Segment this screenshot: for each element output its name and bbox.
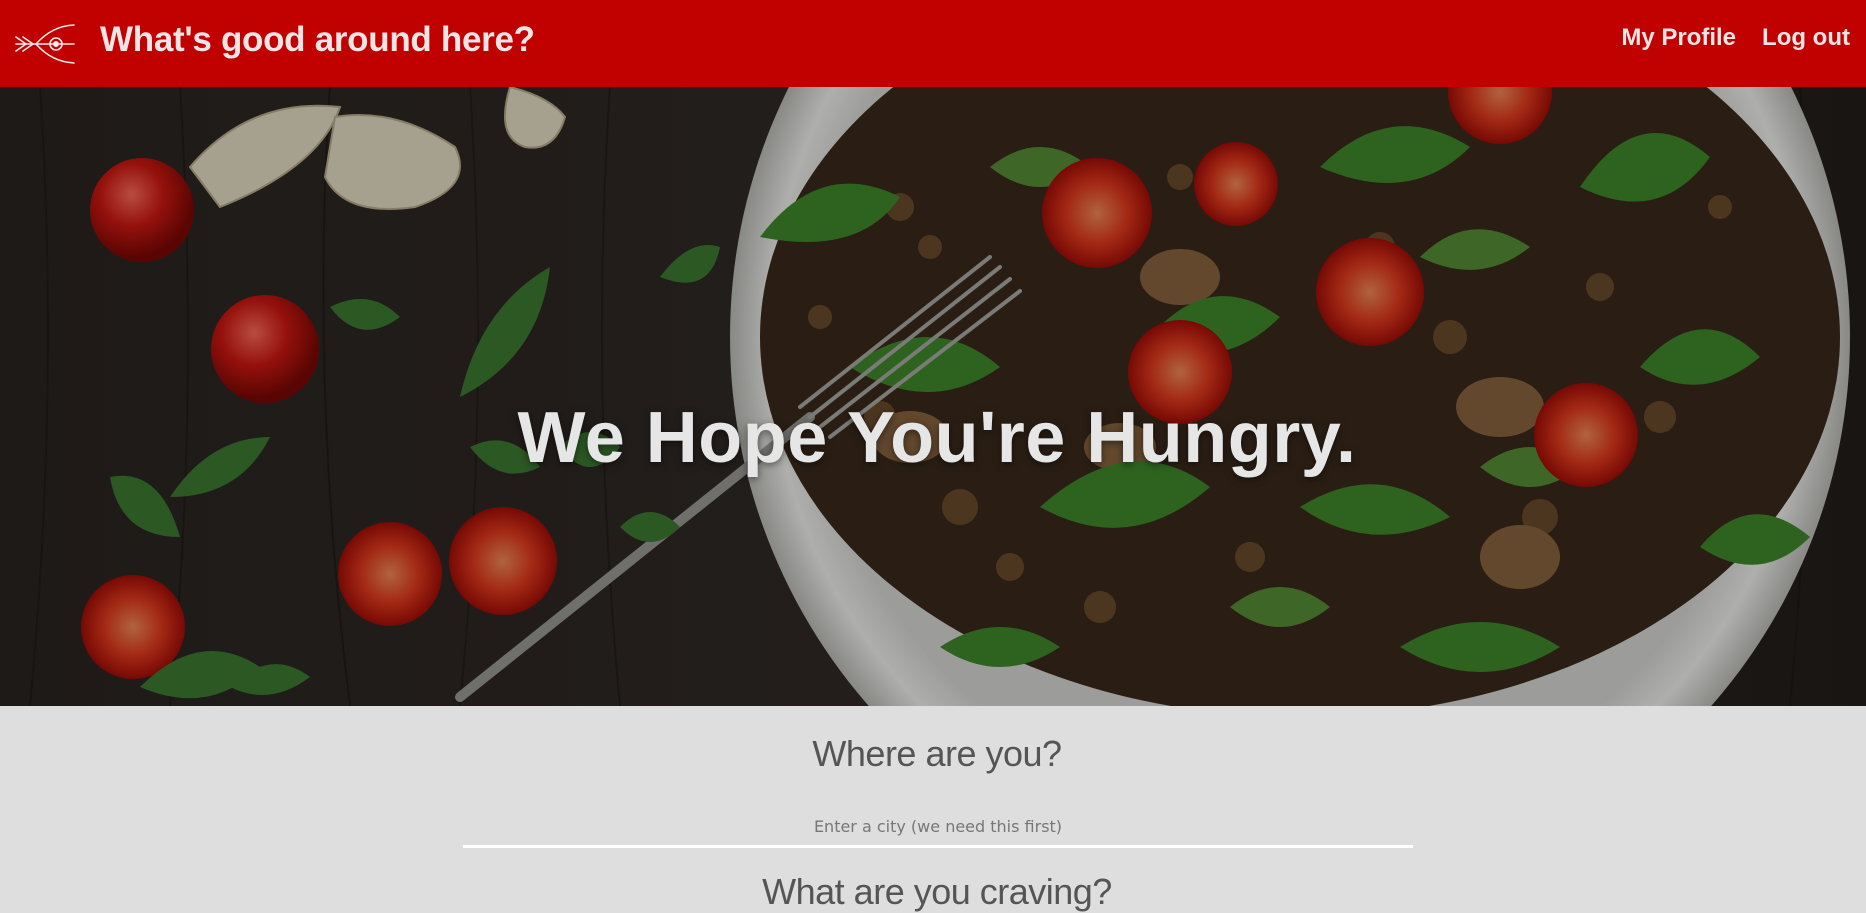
hero-headline: We Hope You're Hungry. bbox=[517, 398, 1357, 479]
nav-links: My Profile Log out bbox=[1621, 24, 1850, 52]
log-out-link[interactable]: Log out bbox=[1762, 24, 1850, 52]
top-navbar: What's good around here? My Profile Log … bbox=[0, 0, 1866, 87]
craving-heading: What are you craving? bbox=[762, 871, 1112, 912]
my-profile-link[interactable]: My Profile bbox=[1621, 24, 1736, 52]
search-panel: Where are you? What are you craving? bbox=[0, 706, 1866, 912]
hero-banner: We Hope You're Hungry. bbox=[0, 87, 1866, 706]
site-title[interactable]: What's good around here? bbox=[100, 20, 535, 60]
where-heading: Where are you? bbox=[812, 733, 1062, 774]
city-input[interactable] bbox=[463, 808, 1413, 848]
eye-arrow-logo-icon[interactable] bbox=[14, 24, 76, 64]
